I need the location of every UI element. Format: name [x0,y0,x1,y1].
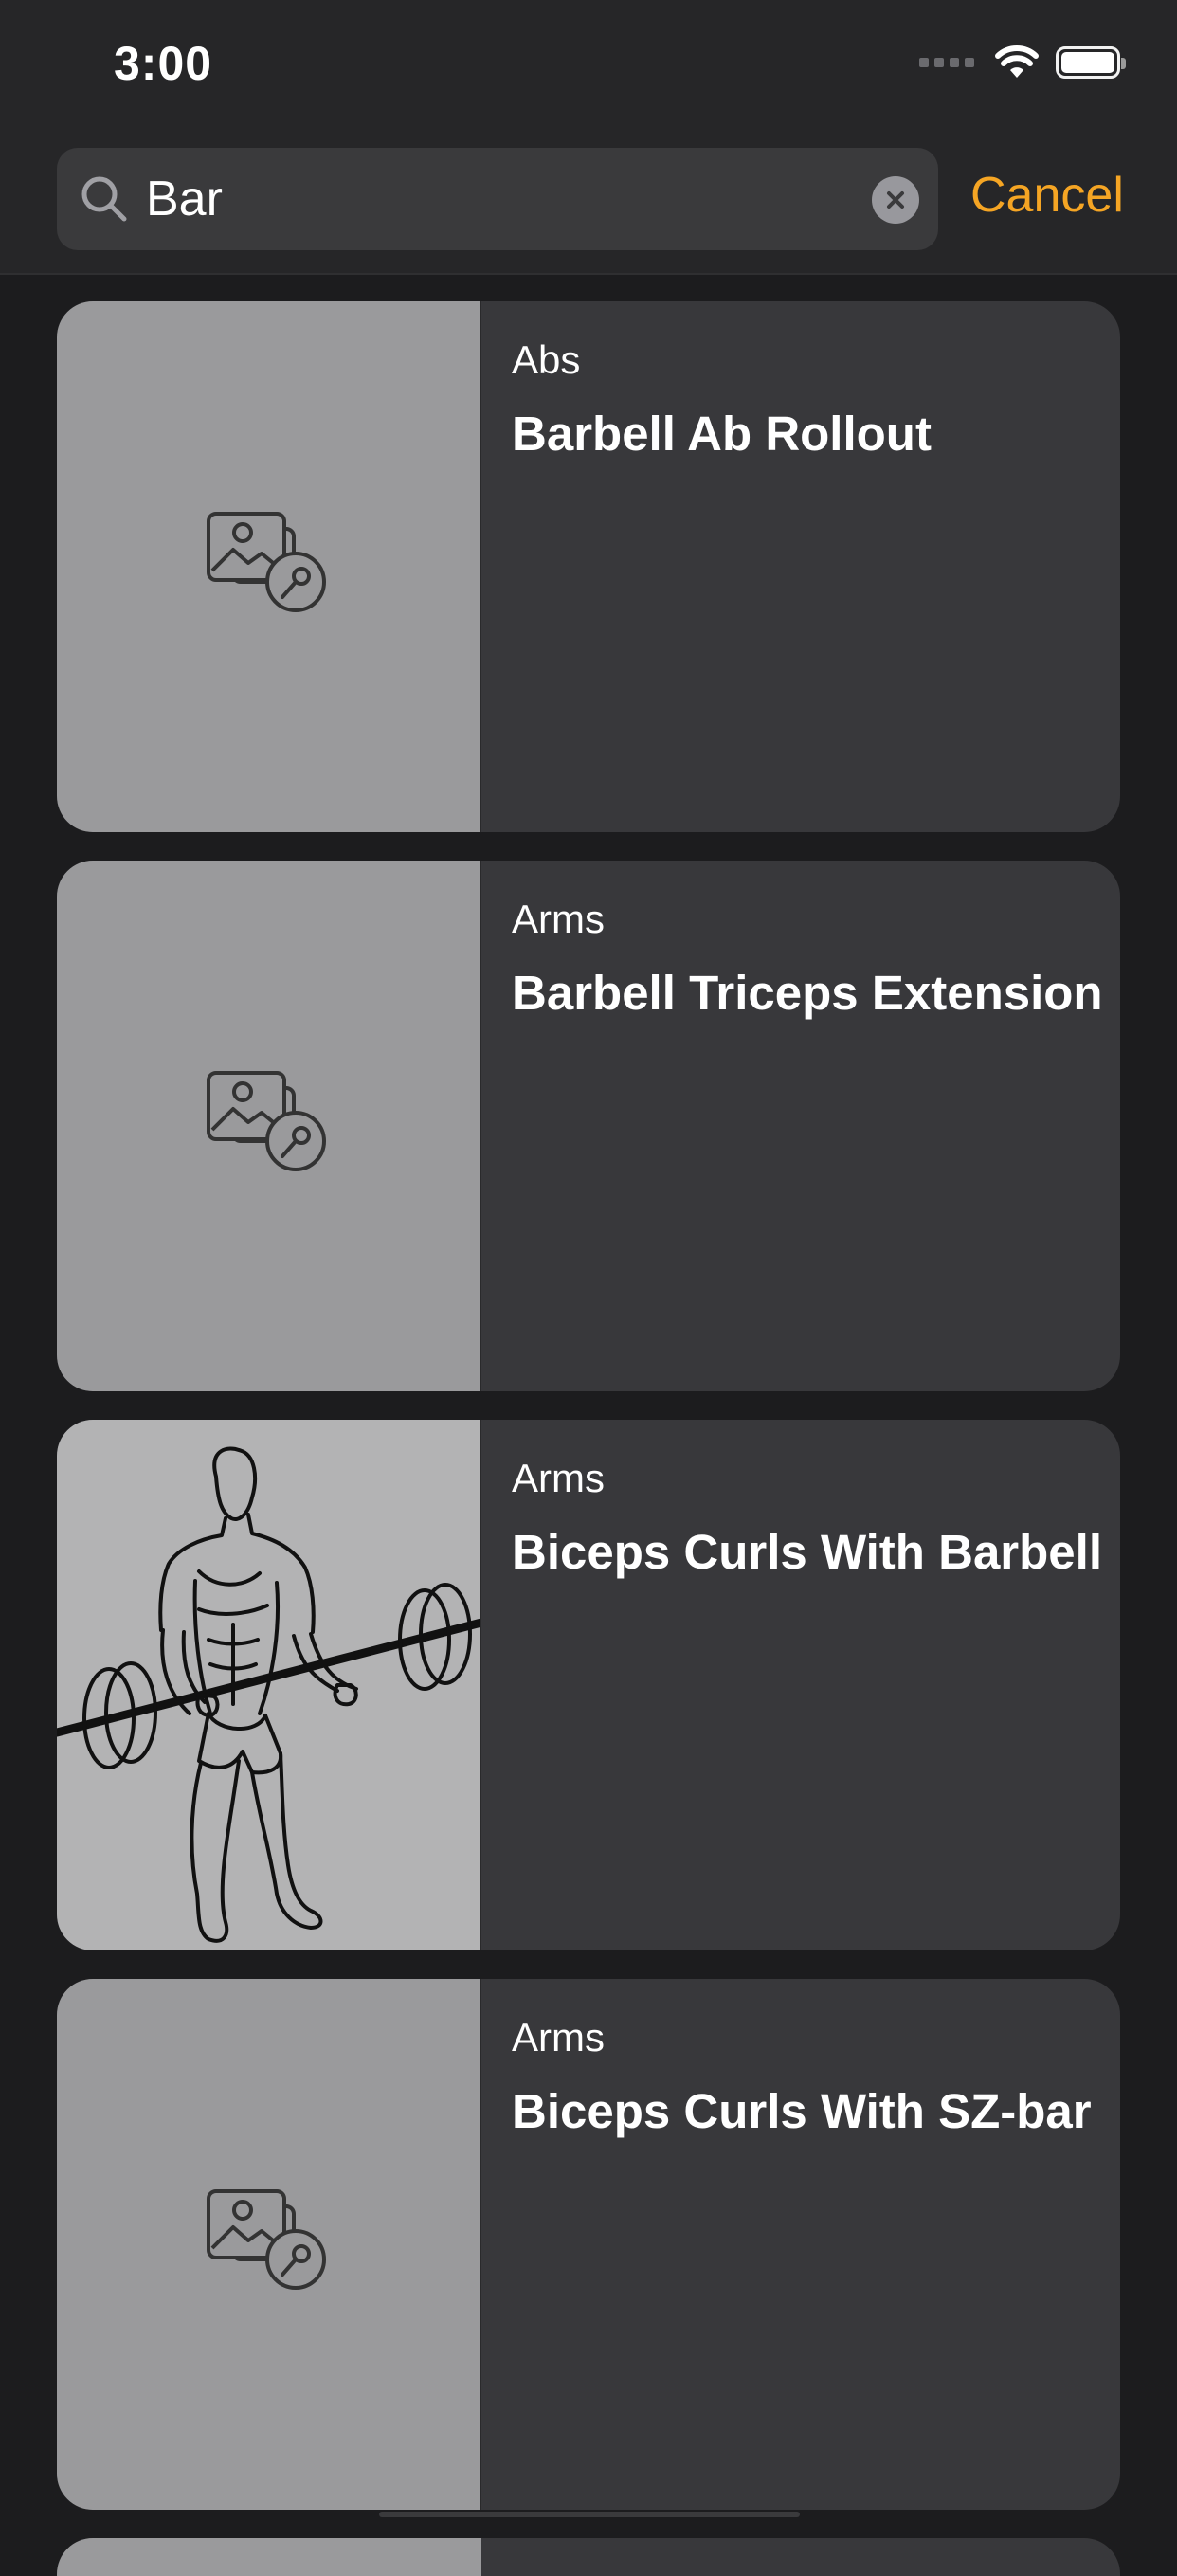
clear-search-button[interactable] [872,176,919,224]
exercise-card[interactable]: Arms Biceps Curls With SZ-bar [57,1979,1120,2510]
exercise-card[interactable]: Arms Barbell Triceps Extension [57,861,1120,1391]
exercise-thumbnail [57,1420,481,1950]
home-indicator[interactable] [379,2512,800,2517]
exercise-title: Biceps Curls With Barbell [512,1525,1103,1579]
image-placeholder-icon [207,1071,326,1171]
exercise-card-partial[interactable] [57,2538,1120,2576]
exercise-category: Arms [512,897,605,941]
biceps-curl-illustration [57,1446,481,1943]
exercise-card[interactable]: Abs Barbell Ab Rollout [57,301,1120,832]
wifi-icon [995,45,1039,78]
battery-icon [1056,46,1126,79]
close-icon [887,191,904,209]
status-time: 3:00 [114,37,213,90]
exercise-thumbnail [57,301,481,832]
search-input[interactable] [146,148,809,250]
search-icon [81,176,127,222]
exercise-title: Barbell Ab Rollout [512,407,932,461]
exercise-category: Arms [512,2015,605,2059]
cancel-button[interactable]: Cancel [970,167,1124,224]
exercise-category: Abs [512,337,581,382]
search-bar[interactable] [57,148,938,250]
exercise-category: Arms [512,1456,605,1500]
exercise-title: Barbell Triceps Extension [512,966,1103,1020]
status-indicators [919,42,1126,83]
image-placeholder-icon [207,2189,326,2290]
exercise-title: Biceps Curls With SZ-bar [512,2084,1092,2138]
exercise-thumbnail [57,861,481,1391]
top-bar: 3:00 Cancel [0,0,1177,275]
cellular-signal-icon [919,58,974,67]
exercise-card[interactable]: Arms Biceps Curls With Barbell [57,1420,1120,1950]
exercise-thumbnail [57,1979,481,2510]
image-placeholder-icon [207,512,326,612]
